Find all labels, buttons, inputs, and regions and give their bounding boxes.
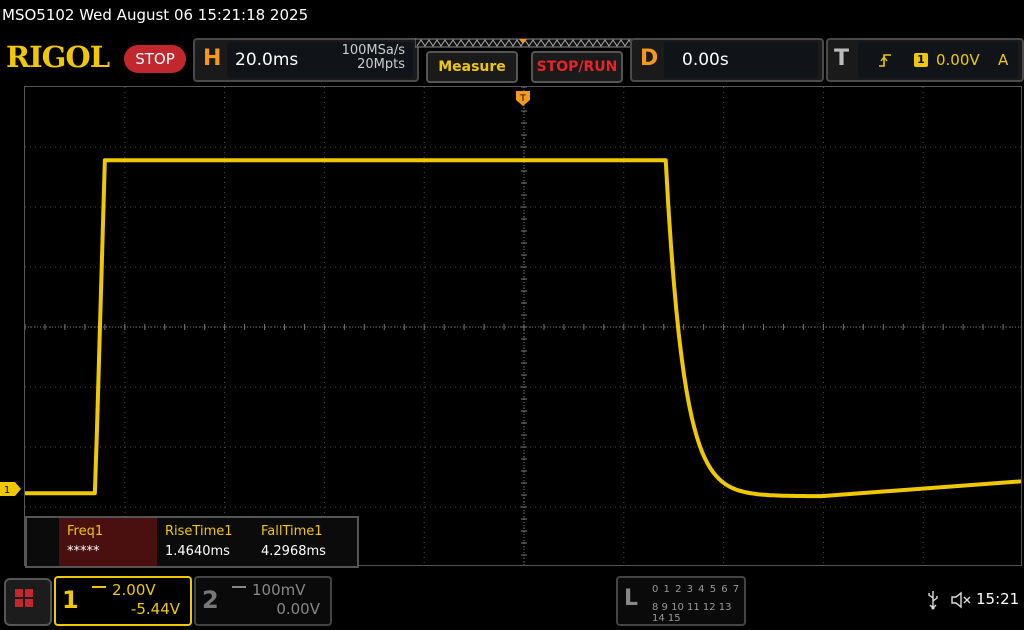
- svg-text:1: 1: [4, 485, 10, 496]
- main-menu-button[interactable]: [4, 578, 52, 626]
- trigger-panel[interactable]: T 1 0.00V A: [826, 38, 1024, 82]
- channel-2-number: 2: [202, 586, 219, 614]
- system-clock: 15:21: [976, 590, 1020, 608]
- sample-rate: 100MSa/s: [341, 43, 405, 58]
- trigger-source-badge: 1: [914, 53, 928, 67]
- speaker-muted-icon[interactable]: [950, 591, 972, 609]
- memory-depth: 20Mpts: [357, 57, 405, 72]
- channel-2-offset: 0.00V: [276, 600, 320, 618]
- channel-1-panel[interactable]: 1 2.00V -5.44V: [54, 576, 192, 626]
- waveform-display[interactable]: [24, 86, 1022, 566]
- channel-1-number: 1: [62, 586, 79, 614]
- measurement-item[interactable]: FallTime1 4.2968ms: [253, 518, 353, 566]
- channel-2-scale: 100mV: [252, 581, 306, 599]
- measurement-item[interactable]: RiseTime1 1.4640ms: [157, 518, 253, 566]
- measurement-name: RiseTime1: [165, 524, 233, 539]
- channel-1-offset: -5.44V: [130, 600, 180, 618]
- device-datetime: MSO5102 Wed August 06 15:21:18 2025: [2, 6, 309, 24]
- measurement-item[interactable]: Freq1 *****: [59, 518, 157, 566]
- logic-channels-row1: 0 1 2 3 4 5 6 7: [652, 584, 741, 595]
- trigger-readout: 1 0.00V A: [858, 42, 1018, 78]
- measurement-value: *****: [67, 544, 100, 559]
- menu-grid-icon: [25, 589, 33, 597]
- logic-analyzer-panel[interactable]: L 0 1 2 3 4 5 6 7 8 9 10 11 12 13 14 15: [616, 576, 746, 626]
- trigger-mode: A: [998, 51, 1009, 69]
- channel-2-panel[interactable]: 2 100mV 0.00V: [194, 576, 332, 626]
- run-state-badge[interactable]: STOP: [124, 45, 186, 73]
- measurement-name: Freq1: [67, 524, 104, 539]
- menu-grid-icon: [25, 599, 33, 607]
- logic-letter: L: [624, 586, 639, 611]
- acquisition-info: 100MSa/s 20Mpts: [342, 44, 405, 72]
- trigger-letter: T: [834, 46, 850, 71]
- delay-readout: 0.00s: [664, 42, 818, 78]
- memory-position-strip: [415, 38, 635, 48]
- svg-text:T: T: [519, 94, 526, 104]
- title-bar: MSO5102 Wed August 06 15:21:18 2025: [0, 0, 1024, 34]
- usb-icon: [928, 591, 938, 610]
- menu-grid-icon: [15, 599, 23, 607]
- ch1-ground-marker[interactable]: 1: [0, 482, 22, 496]
- measurement-value: 4.2968ms: [261, 544, 326, 559]
- trigger-position-marker[interactable]: T: [515, 90, 531, 112]
- rising-edge-icon: [879, 54, 891, 67]
- measure-button[interactable]: Measure: [426, 51, 518, 83]
- delay-value: 0.00s: [682, 50, 729, 70]
- horizontal-panel[interactable]: H 20.0ms 100MSa/s 20Mpts: [193, 38, 419, 82]
- horizontal-readout: 20.0ms 100MSa/s 20Mpts: [227, 42, 413, 78]
- dc-coupling-icon: [232, 586, 246, 594]
- trigger-level: 0.00V: [936, 51, 980, 69]
- channel-1-scale: 2.00V: [112, 581, 156, 599]
- delay-letter: D: [640, 46, 659, 71]
- menu-grid-icon: [15, 589, 23, 597]
- measurement-name: FallTime1: [261, 524, 323, 539]
- timebase-value: 20.0ms: [235, 50, 299, 70]
- horizontal-letter: H: [203, 46, 222, 71]
- dc-coupling-icon: [92, 586, 106, 594]
- measurement-value: 1.4640ms: [165, 544, 230, 559]
- delay-panel[interactable]: D 0.00s: [630, 38, 824, 82]
- stop-run-button[interactable]: STOP/RUN: [531, 51, 623, 83]
- rigol-logo: RIGOL: [6, 40, 110, 74]
- measurement-panel: Freq1 ***** RiseTime1 1.4640ms FallTime1…: [25, 516, 359, 568]
- logic-channels-row2: 8 9 10 11 12 13 14 15: [652, 602, 732, 624]
